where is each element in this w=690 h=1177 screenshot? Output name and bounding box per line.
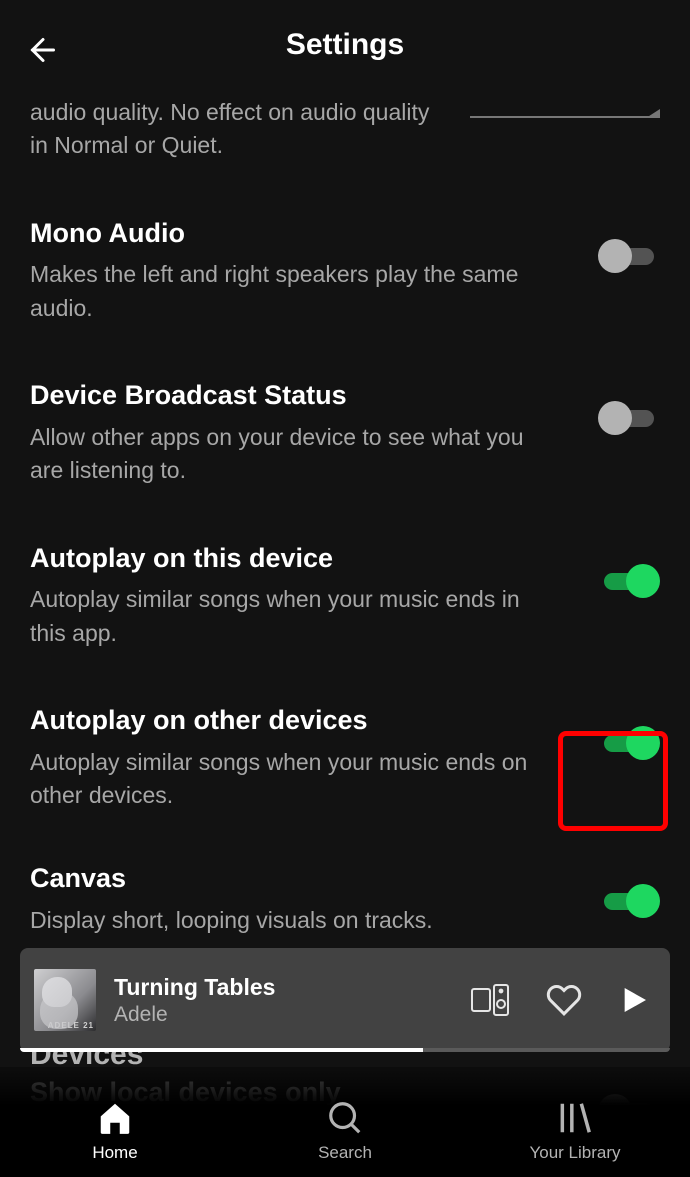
now-playing-title: Turning Tables <box>114 974 470 1001</box>
nav-label: Home <box>92 1143 137 1163</box>
nav-label: Your Library <box>529 1143 620 1163</box>
setting-title: Mono Audio <box>30 217 540 251</box>
setting-title: Autoplay on this device <box>30 542 540 576</box>
toggle-canvas[interactable] <box>598 884 660 918</box>
toggle-autoplay-this[interactable] <box>598 564 660 598</box>
setting-desc: Autoplay similar songs when your music e… <box>30 746 540 813</box>
library-icon <box>556 1099 594 1137</box>
setting-row-autoplay-this: Autoplay on this device Autoplay similar… <box>30 542 660 650</box>
devices-icon[interactable] <box>470 983 510 1017</box>
setting-desc: Display short, looping visuals on tracks… <box>30 904 433 937</box>
setting-title: Device Broadcast Status <box>30 379 540 413</box>
now-playing-artist: Adele <box>114 1003 470 1027</box>
nav-search[interactable]: Search <box>260 1099 430 1163</box>
setting-desc: Makes the left and right speakers play t… <box>30 258 540 325</box>
setting-row-broadcast: Device Broadcast Status Allow other apps… <box>30 379 660 487</box>
setting-row-mono-audio: Mono Audio Makes the left and right spea… <box>30 217 660 325</box>
playback-progress[interactable] <box>20 1048 670 1052</box>
setting-title: Canvas <box>30 862 433 896</box>
setting-row-canvas: Canvas Display short, looping visuals on… <box>30 862 660 937</box>
setting-row-autoplay-other: Autoplay on other devices Autoplay simil… <box>30 704 660 812</box>
nav-label: Search <box>318 1143 372 1163</box>
setting-desc: Autoplay similar songs when your music e… <box>30 583 540 650</box>
nav-library[interactable]: Your Library <box>490 1099 660 1163</box>
toggle-autoplay-other[interactable] <box>598 726 660 760</box>
now-playing-bar[interactable]: ADELE 21 Turning Tables Adele <box>20 948 670 1052</box>
search-icon <box>326 1099 364 1137</box>
setting-desc: Allow other apps on your device to see w… <box>30 421 540 488</box>
page-title: Settings <box>286 28 404 62</box>
arrow-left-icon <box>22 32 58 68</box>
setting-title: Autoplay on other devices <box>30 704 540 738</box>
play-icon[interactable] <box>618 982 650 1018</box>
back-button[interactable] <box>20 30 60 70</box>
bottom-nav: Home Search Your Library <box>0 1067 690 1177</box>
setting-desc-truncated: audio quality. No effect on audio qualit… <box>30 96 450 163</box>
album-art: ADELE 21 <box>34 969 96 1031</box>
nav-home[interactable]: Home <box>30 1099 200 1163</box>
toggle-mono-audio[interactable] <box>598 239 660 273</box>
heart-icon[interactable] <box>544 982 584 1018</box>
toggle-broadcast[interactable] <box>598 401 660 435</box>
home-icon <box>96 1099 134 1137</box>
